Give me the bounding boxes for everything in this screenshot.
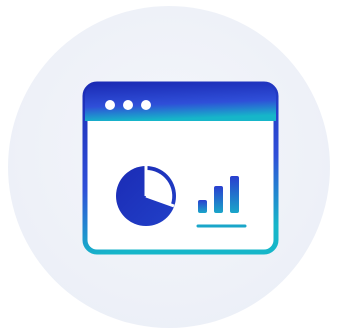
- title-bar-dot-icon: [141, 100, 151, 110]
- title-bar-dot-icon: [105, 100, 115, 110]
- analytics-dashboard-window-icon: [82, 81, 279, 255]
- title-bar-dot-icon: [123, 100, 133, 110]
- icon-stage: [0, 0, 338, 336]
- pie-chart-icon: [116, 166, 176, 226]
